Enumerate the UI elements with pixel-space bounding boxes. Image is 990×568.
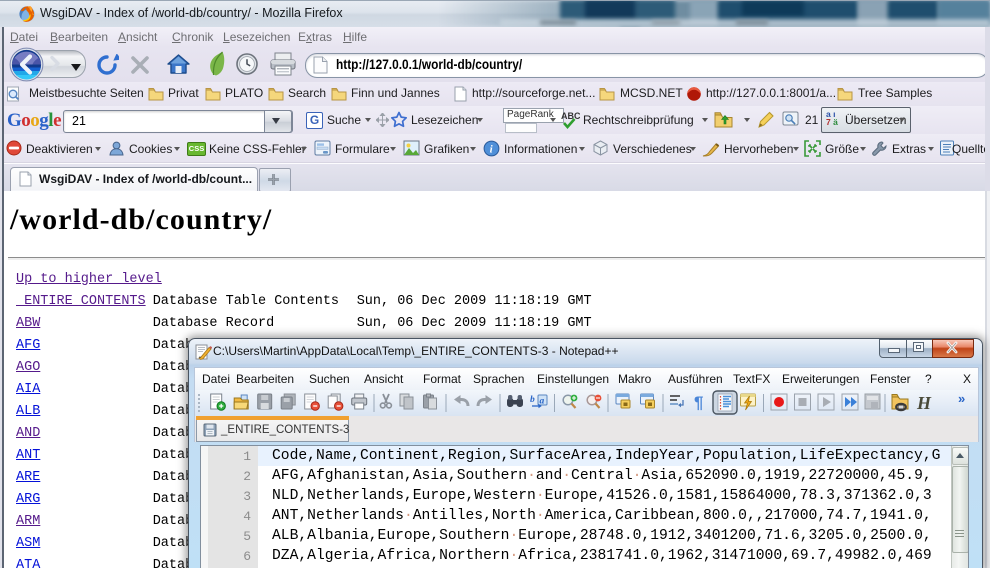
svg-text:H: H bbox=[916, 393, 932, 413]
svg-text:b: b bbox=[530, 395, 535, 405]
svg-text:ABC: ABC bbox=[561, 111, 580, 121]
svg-text:»: » bbox=[958, 391, 965, 406]
svg-text:a: a bbox=[540, 397, 545, 407]
svg-text:¶: ¶ bbox=[694, 393, 703, 412]
